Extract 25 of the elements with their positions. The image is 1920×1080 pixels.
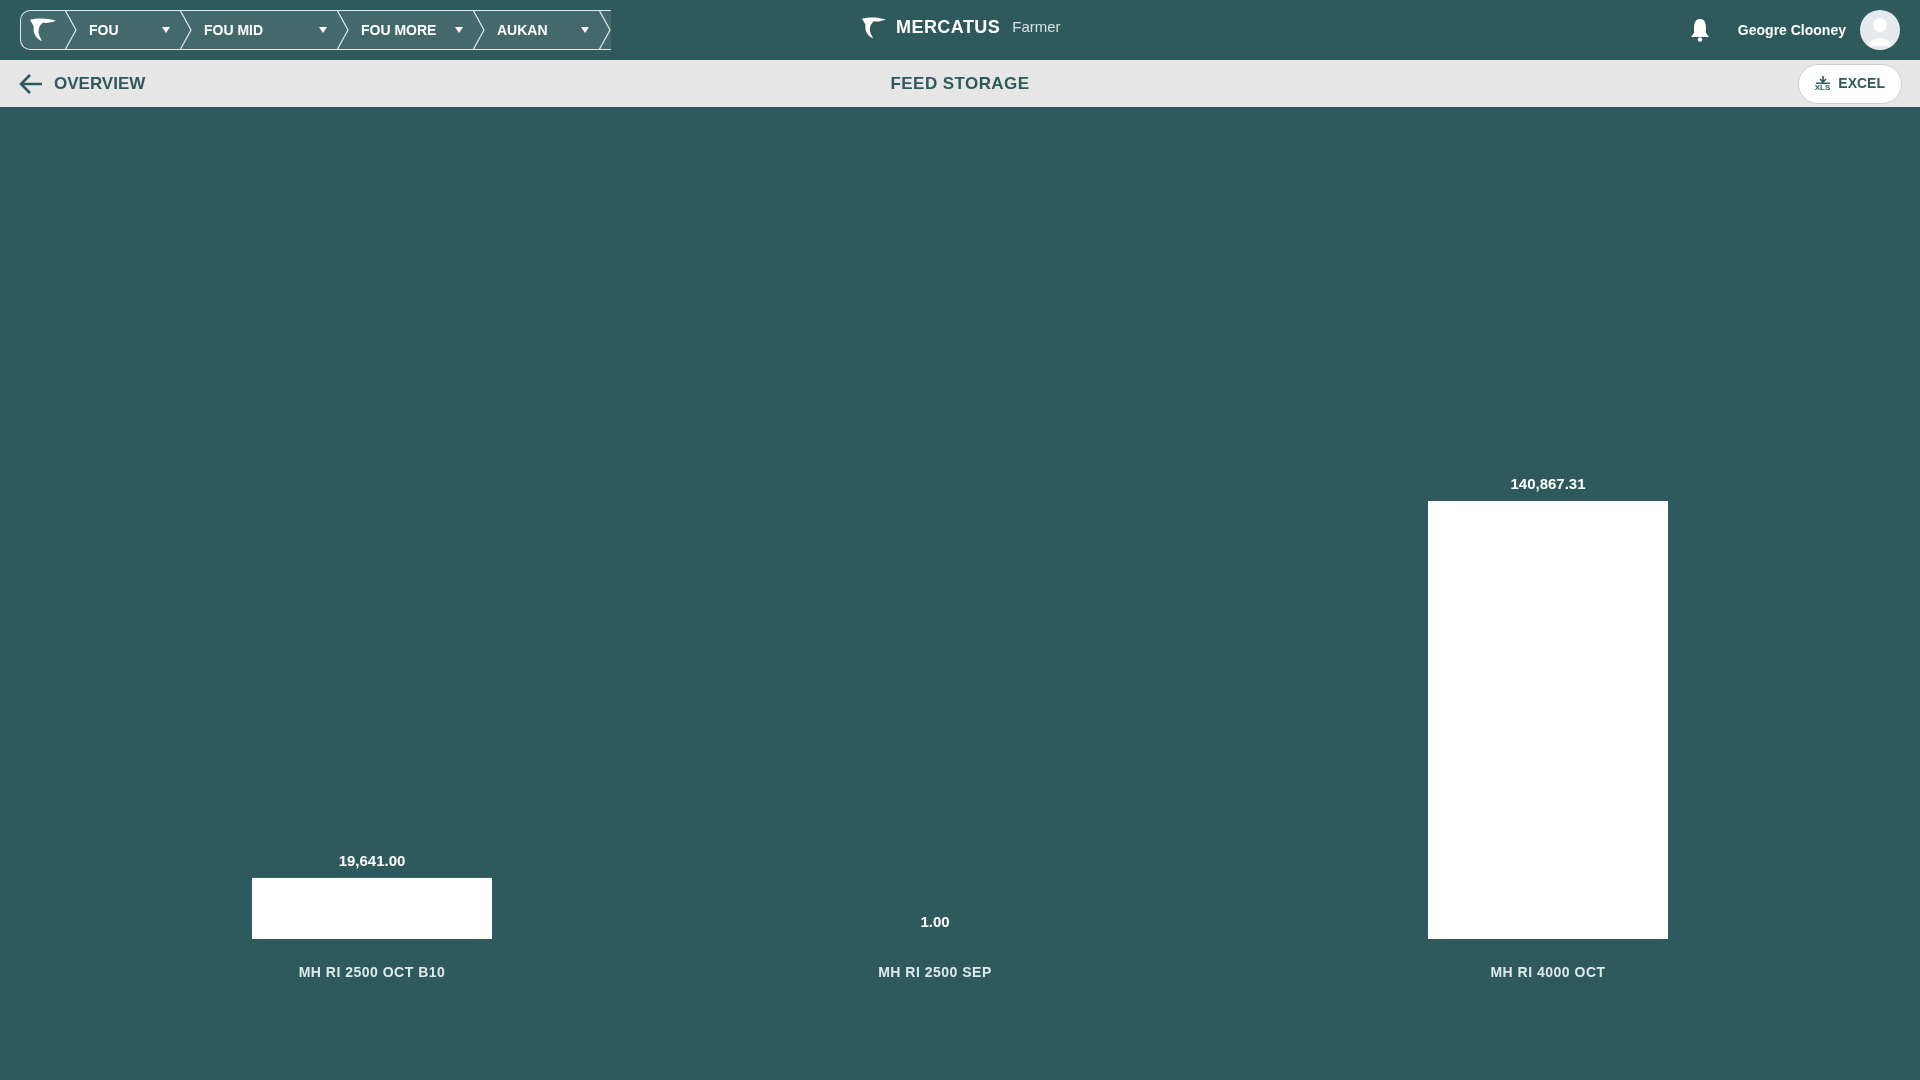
fish-logo-icon	[860, 15, 888, 40]
breadcrumb-dropdown[interactable]: FOU MID	[192, 11, 337, 49]
avatar-icon[interactable]	[1860, 10, 1900, 50]
excel-button[interactable]: XLS EXCEL	[1797, 63, 1902, 104]
value-label: 1.00	[920, 913, 950, 930]
value-label: 140,867.31	[1510, 475, 1586, 492]
user-name[interactable]: Geogre Clooney	[1737, 19, 1846, 41]
caret-icon	[455, 27, 463, 33]
category-label: MH RI 4000 OCT	[1490, 964, 1606, 980]
category-label: MH RI 2500 OCT B10	[298, 964, 446, 980]
breadcrumb-dropdown[interactable]: FOU	[77, 11, 180, 49]
product-name: Farmer	[1012, 17, 1061, 38]
fish-logo-icon	[28, 17, 58, 43]
breadcrumb-dropdown[interactable]: AUKAN	[485, 11, 599, 49]
brand-name: MERCATUS	[896, 16, 1001, 39]
page-title: FEED STORAGE	[890, 72, 1030, 95]
bell-icon[interactable]	[1689, 18, 1710, 42]
category-label: MH RI 2500 SEP	[878, 964, 992, 980]
caret-icon	[162, 27, 170, 33]
value-label: 19,641.00	[338, 851, 406, 869]
breadcrumb-dropdown[interactable]: FOU MORE	[349, 11, 473, 49]
back-link[interactable]: OVERVIEW	[18, 70, 146, 97]
caret-icon	[319, 27, 327, 33]
caret-icon	[581, 27, 589, 33]
back-arrow-icon	[18, 72, 44, 95]
